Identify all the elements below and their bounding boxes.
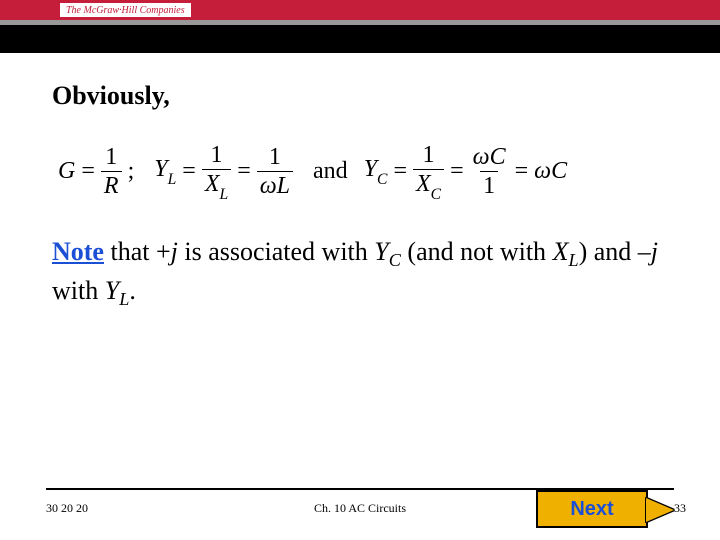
semicolon: ; (128, 158, 135, 185)
frac-den: ωL (257, 171, 293, 198)
note-text: (and not with (401, 237, 553, 266)
next-arrow-icon[interactable] (646, 498, 674, 522)
frac-num: 1 (102, 145, 120, 171)
sub-L: L (119, 289, 129, 309)
note-text: with (52, 276, 105, 305)
footer-chapter: Ch. 10 AC Circuits (314, 501, 406, 516)
frac-wC-over-1: ωC 1 (470, 145, 509, 198)
brand-text: The McGraw·Hill Companies (60, 3, 191, 17)
frac-num: 1 (208, 143, 226, 169)
note-text: is associated with (178, 237, 374, 266)
frac-den: XC (413, 169, 444, 200)
and-word: and (313, 158, 348, 185)
note-text: that + (104, 237, 171, 266)
frac-num: ωC (470, 145, 509, 171)
var-j: j (651, 237, 658, 266)
eq-sign-5: = (450, 158, 464, 185)
note-text: . (129, 276, 136, 305)
note-label: Note (52, 237, 104, 266)
frac-1-over-R: 1 R (101, 145, 122, 198)
var-XL: X (553, 237, 569, 266)
equation: G = 1 R ; YL = 1 XL = 1 ωL and YC = 1 XC… (58, 143, 668, 200)
var-YC: Y (374, 237, 388, 266)
frac-den: R (101, 171, 122, 198)
frac-num: 1 (266, 145, 284, 171)
eq-sign: = (81, 158, 95, 185)
frac-1-over-XL: 1 XL (202, 143, 231, 200)
footer-date: 30​​​​​ ​2​0 2​0 (46, 501, 88, 516)
next-button[interactable]: Next (536, 490, 648, 528)
frac-den: 1 (480, 171, 498, 198)
page-number: 33 (674, 501, 686, 516)
frac-1-over-wL: 1 ωL (257, 145, 293, 198)
frac-1-over-XC: 1 XC (413, 143, 444, 200)
eq-sign-2: = (182, 158, 196, 185)
frac-den: XL (202, 169, 231, 200)
eq-sign-6: = (515, 158, 529, 185)
brand-header: The McGraw·Hill Companies (0, 0, 720, 20)
var-YL: Y (105, 276, 119, 305)
var-G: G (58, 158, 75, 185)
sub-C: C (389, 251, 401, 271)
divider-black (0, 25, 720, 53)
slide-content: Obviously, G = 1 R ; YL = 1 XL = 1 ωL an… (0, 53, 720, 312)
lead-text: Obviously, (52, 81, 668, 111)
var-wC: ωC (534, 158, 567, 185)
sub-L: L (568, 251, 578, 271)
var-j: j (171, 237, 178, 266)
eq-sign-3: = (237, 158, 251, 185)
eq-sign-4: = (393, 158, 407, 185)
var-YL: YL (154, 156, 176, 187)
note-paragraph: Note that +j is associated with YC (and … (52, 234, 668, 312)
frac-num: 1 (420, 143, 438, 169)
next-button-label: Next (570, 498, 613, 521)
var-YC: YC (364, 156, 388, 187)
note-text: ) and – (579, 237, 651, 266)
